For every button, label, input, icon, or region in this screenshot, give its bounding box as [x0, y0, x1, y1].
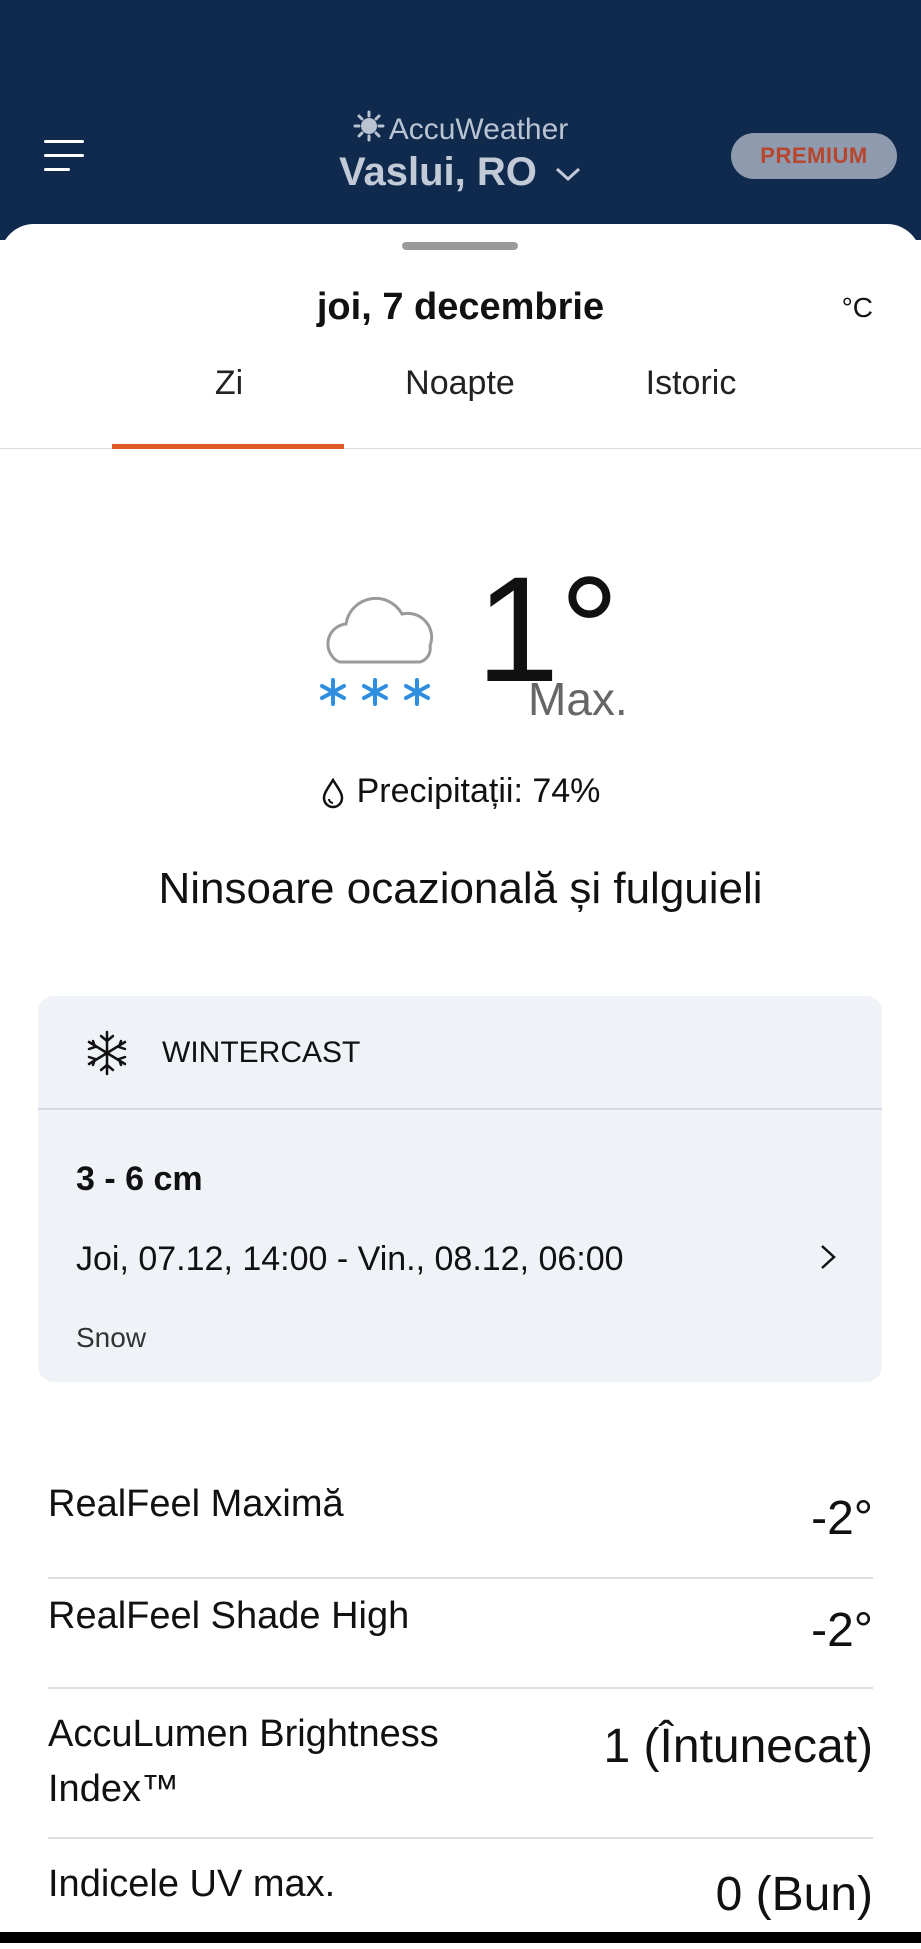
tab-istoric[interactable]: Istoric [576, 364, 806, 403]
wintercast-header: WINTERCAST [38, 996, 882, 1110]
wintercast-title: WINTERCAST [162, 1036, 361, 1069]
max-label: Max. [528, 673, 628, 725]
detail-row: AccuLumen Brightness Index™ 1 (Întunecat… [48, 1689, 873, 1839]
snow-amount: 3 - 6 cm [76, 1160, 203, 1198]
detail-value: 1 (Întunecat) [603, 1720, 873, 1773]
premium-button[interactable]: PREMIUM [731, 133, 897, 179]
detail-row: RealFeel Maximă -2° [48, 1469, 873, 1579]
daily-detail-sheet: joi, 7 decembrie °C Zi Noapte Istoric 1°… [0, 224, 921, 1943]
location-name: Vaslui, RO [339, 150, 537, 194]
wintercast-card[interactable]: WINTERCAST 3 - 6 cm Joi, 07.12, 14:00 - … [38, 996, 882, 1382]
precip-type: Snow [76, 1322, 147, 1353]
snowflake-icon [84, 1030, 130, 1081]
detail-value: 0 (Bun) [715, 1868, 873, 1921]
chevron-right-icon [816, 1240, 840, 1279]
brand-name: AccuWeather [388, 113, 569, 146]
precipitation: Precipitații: 74% [0, 772, 921, 811]
sun-logo-icon [353, 110, 385, 150]
detail-label: RealFeel Shade High [48, 1595, 410, 1637]
cloud-snow-icon [310, 594, 440, 719]
snow-time-range: Joi, 07.12, 14:00 - Vin., 08.12, 06:00 [76, 1240, 624, 1278]
detail-row: RealFeel Shade High -2° [48, 1579, 873, 1689]
drop-icon [322, 777, 343, 809]
unit-toggle[interactable]: °C [842, 292, 873, 324]
chevron-down-icon [555, 168, 580, 182]
drag-handle[interactable] [402, 242, 518, 250]
bottom-edge [0, 1932, 921, 1943]
detail-label: AccuLumen Brightness Index™ [48, 1713, 439, 1810]
active-tab-indicator [112, 444, 344, 449]
details-list: RealFeel Maximă -2° RealFeel Shade High … [48, 1469, 873, 1949]
detail-label: RealFeel Maximă [48, 1483, 344, 1525]
app-header: AccuWeather Vaslui, RO PREMIUM [0, 0, 921, 240]
day-night-tabs: Zi Noapte Istoric [0, 354, 921, 449]
weather-phrase: Ninsoare ocazională și fulguieli [158, 864, 763, 913]
tab-noapte[interactable]: Noapte [345, 364, 575, 403]
detail-value: -2° [811, 1604, 873, 1657]
detail-label: Indicele UV max. [48, 1863, 336, 1905]
detail-value: -2° [811, 1492, 873, 1545]
tab-zi[interactable]: Zi [114, 364, 344, 403]
precipitation-text: Precipitații: 74% [356, 772, 601, 810]
forecast-date: joi, 7 decembrie [316, 286, 605, 328]
